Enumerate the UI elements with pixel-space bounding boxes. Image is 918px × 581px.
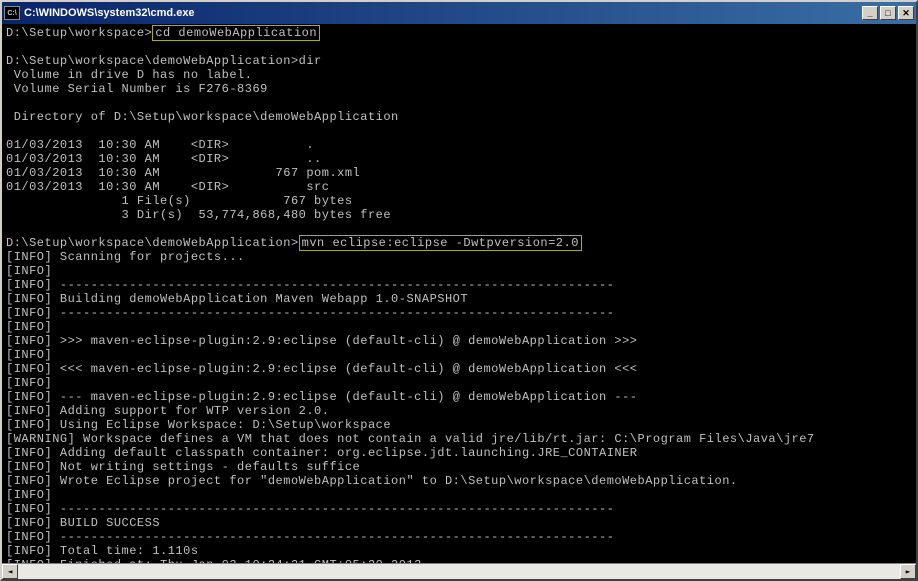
terminal-line: [INFO] Using Eclipse Workspace: D:\Setup… — [6, 418, 391, 432]
window-title: C:\WINDOWS\system32\cmd.exe — [24, 7, 862, 19]
terminal-line: [INFO] Not writing settings - defaults s… — [6, 460, 360, 474]
prompt: D:\Setup\workspace\demoWebApplication> — [6, 236, 299, 250]
terminal-line: Directory of D:\Setup\workspace\demoWebA… — [6, 110, 399, 124]
terminal-line: [INFO] ---------------------------------… — [6, 278, 614, 292]
window-controls: _ □ ✕ — [862, 6, 914, 20]
terminal-line: [INFO] ---------------------------------… — [6, 502, 614, 516]
terminal-line: D:\Setup\workspace\demoWebApplication>di… — [6, 54, 322, 68]
highlighted-command-cd: cd demoWebApplication — [152, 25, 320, 41]
title-bar[interactable]: C:\ C:\WINDOWS\system32\cmd.exe _ □ ✕ — [2, 2, 916, 24]
cmd-icon: C:\ — [4, 6, 20, 20]
terminal-line: 01/03/2013 10:30 AM 767 pom.xml — [6, 166, 360, 180]
terminal-line: [INFO] Wrote Eclipse project for "demoWe… — [6, 474, 738, 488]
terminal-line: 01/03/2013 10:30 AM <DIR> . — [6, 138, 314, 152]
terminal-line: 3 Dir(s) 53,774,868,480 bytes free — [6, 208, 391, 222]
scroll-left-button[interactable]: ◄ — [2, 564, 18, 579]
scrollbar-track[interactable] — [18, 564, 900, 579]
terminal-line: [INFO] Adding default classpath containe… — [6, 446, 638, 460]
terminal-line: [INFO] Scanning for projects... — [6, 250, 245, 264]
terminal-line: [INFO] Total time: 1.110s — [6, 544, 199, 558]
terminal-line: [INFO] <<< maven-eclipse-plugin:2.9:ecli… — [6, 362, 638, 376]
horizontal-scrollbar[interactable]: ◄ ► — [2, 563, 916, 579]
prompt: D:\Setup\workspace> — [6, 26, 152, 40]
terminal-line: [INFO] — [6, 348, 52, 362]
terminal-line: [INFO] — [6, 376, 52, 390]
terminal-line: Volume Serial Number is F276-8369 — [6, 82, 268, 96]
terminal-line: [INFO] — [6, 488, 52, 502]
scroll-right-button[interactable]: ► — [900, 564, 916, 579]
terminal-line: [INFO] — [6, 264, 52, 278]
minimize-button[interactable]: _ — [862, 6, 878, 20]
close-button[interactable]: ✕ — [898, 6, 914, 20]
terminal-line: Volume in drive D has no label. — [6, 68, 252, 82]
terminal-output[interactable]: D:\Setup\workspace>cd demoWebApplication… — [2, 24, 916, 563]
terminal-line: [WARNING] Workspace defines a VM that do… — [6, 432, 815, 446]
terminal-line: 1 File(s) 767 bytes — [6, 194, 353, 208]
terminal-line: [INFO] >>> maven-eclipse-plugin:2.9:ecli… — [6, 334, 638, 348]
highlighted-command-mvn: mvn eclipse:eclipse -Dwtpversion=2.0 — [299, 235, 582, 251]
cmd-window: C:\ C:\WINDOWS\system32\cmd.exe _ □ ✕ D:… — [0, 0, 918, 581]
terminal-line: [INFO] ---------------------------------… — [6, 306, 614, 320]
terminal-line: [INFO] Adding support for WTP version 2.… — [6, 404, 329, 418]
terminal-line: [INFO] Building demoWebApplication Maven… — [6, 292, 468, 306]
terminal-line: [INFO] — [6, 320, 52, 334]
terminal-line: [INFO] BUILD SUCCESS — [6, 516, 160, 530]
terminal-line: 01/03/2013 10:30 AM <DIR> src — [6, 180, 329, 194]
terminal-line: [INFO] --- maven-eclipse-plugin:2.9:ecli… — [6, 390, 638, 404]
terminal-line: [INFO] ---------------------------------… — [6, 530, 614, 544]
terminal-line: 01/03/2013 10:30 AM <DIR> .. — [6, 152, 322, 166]
maximize-button[interactable]: □ — [880, 6, 896, 20]
